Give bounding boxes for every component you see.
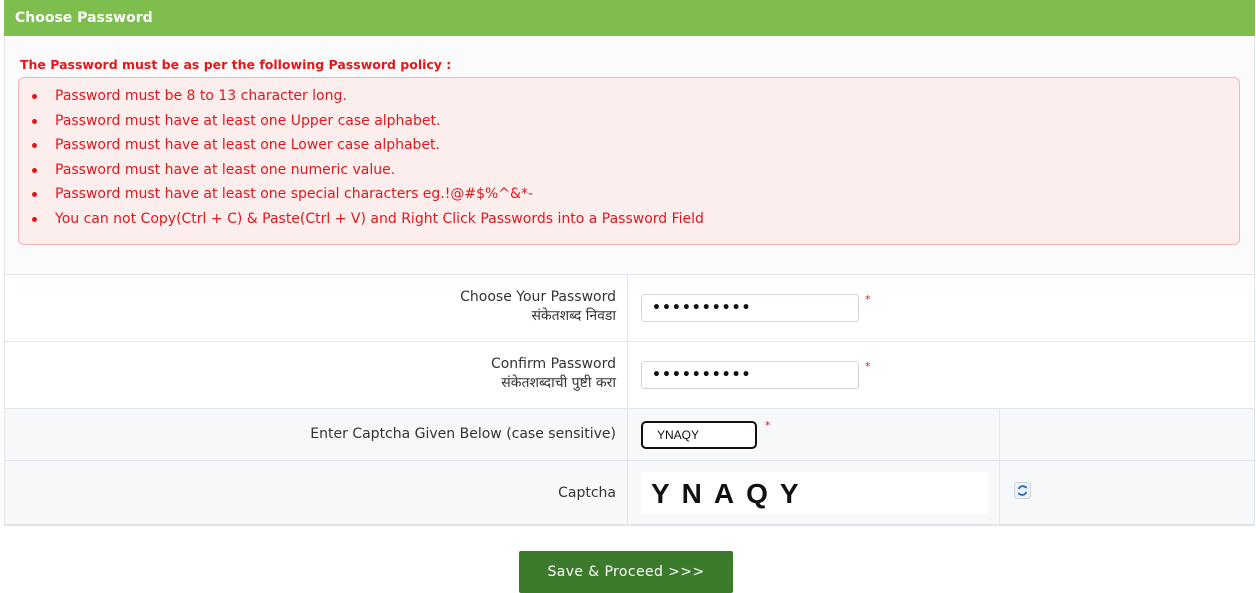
- panel-body: The Password must be as per the followin…: [4, 36, 1255, 526]
- captcha-label: Captcha: [558, 485, 616, 501]
- policy-item: Password must have at least one numeric …: [29, 158, 704, 183]
- column-divider: [627, 275, 628, 341]
- captcha-image: YNAQY: [641, 472, 988, 514]
- confirm-password-label: Confirm Password संकेतशब्दाची पुष्टी करा: [491, 355, 616, 393]
- confirm-password-input[interactable]: ••••••••••: [641, 361, 859, 389]
- required-asterisk: *: [865, 293, 871, 306]
- password-row: Choose Your Password संकेतशब्द निवडा •••…: [5, 274, 1254, 341]
- policy-title: The Password must be as per the followin…: [20, 57, 452, 72]
- confirm-password-label-mr: संकेतशब्दाची पुष्टी करा: [501, 375, 616, 391]
- refresh-icon[interactable]: [1014, 482, 1031, 499]
- password-label: Choose Your Password संकेतशब्द निवडा: [460, 288, 616, 326]
- policy-item: Password must have at least one Upper ca…: [29, 109, 704, 134]
- column-divider: [627, 461, 628, 524]
- policy-box: Password must be 8 to 13 character long.…: [18, 77, 1240, 245]
- panel-title: Choose Password: [4, 0, 1255, 36]
- captcha-image-text: YNAQY: [651, 478, 811, 509]
- policy-item: Password must have at least one special …: [29, 182, 704, 207]
- required-asterisk: *: [765, 419, 771, 432]
- column-divider: [627, 409, 628, 460]
- choose-password-panel: Choose Password The Password must be as …: [4, 0, 1255, 593]
- captcha-row: Captcha YNAQY: [5, 460, 1254, 525]
- policy-item: Password must have at least one Lower ca…: [29, 133, 704, 158]
- confirm-password-row: Confirm Password संकेतशब्दाची पुष्टी करा…: [5, 341, 1254, 408]
- confirm-password-label-en: Confirm Password: [490, 356, 616, 372]
- policy-list: Password must be 8 to 13 character long.…: [29, 84, 704, 231]
- save-and-proceed-button[interactable]: Save & Proceed >>>: [519, 551, 733, 593]
- policy-item: Password must be 8 to 13 character long.: [29, 84, 704, 109]
- captcha-input[interactable]: YNAQY: [641, 421, 757, 449]
- captcha-input-row: Enter Captcha Given Below (case sensitiv…: [5, 408, 1254, 460]
- password-input[interactable]: ••••••••••: [641, 294, 859, 322]
- password-label-mr: संकेतशब्द निवडा: [531, 308, 616, 324]
- password-label-en: Choose Your Password: [460, 289, 616, 305]
- captcha-input-label: Enter Captcha Given Below (case sensitiv…: [310, 426, 616, 442]
- column-divider: [999, 409, 1000, 460]
- column-divider: [999, 461, 1000, 524]
- policy-item: You can not Copy(Ctrl + C) & Paste(Ctrl …: [29, 207, 704, 232]
- column-divider: [627, 342, 628, 408]
- required-asterisk: *: [865, 360, 871, 373]
